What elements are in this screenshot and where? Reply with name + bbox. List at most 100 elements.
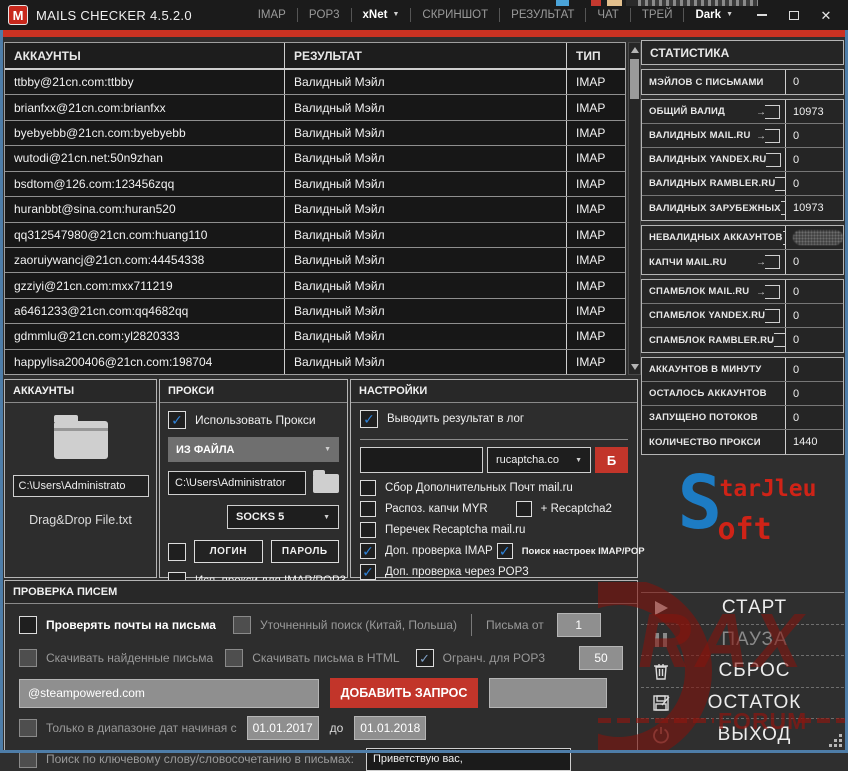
scrollbar-thumb[interactable] — [630, 59, 639, 99]
balance-button[interactable]: Б — [595, 447, 628, 473]
cell-account: happylisa200406@21cn.com:198704 — [5, 350, 285, 374]
exit-button[interactable]: ВЫХОД — [641, 718, 844, 750]
remainder-button[interactable]: ОСТАТОК — [641, 687, 844, 719]
imap-pop-search-checkbox[interactable] — [497, 543, 513, 559]
table-row[interactable]: gdmmlu@21cn.com:yl2820333Валидный МэйлIM… — [5, 324, 625, 349]
date-to-input[interactable]: 01.01.2018 — [354, 716, 426, 740]
export-icon[interactable] — [765, 309, 780, 323]
settings-panel-title: НАСТРОЙКИ — [351, 380, 637, 403]
resize-grip[interactable] — [828, 733, 843, 748]
check-mail-checkbox[interactable] — [19, 616, 37, 634]
menu-imap[interactable]: IMAP — [253, 6, 291, 24]
theme-dropdown[interactable]: Dark▼ — [690, 6, 738, 24]
add-query-button[interactable]: ДОБАВИТЬ ЗАПРОС — [330, 678, 478, 708]
password-button[interactable]: ПАРОЛЬ — [271, 540, 340, 563]
browse-folder-icon[interactable] — [313, 474, 339, 493]
recaptcha2-checkbox[interactable] — [516, 501, 532, 517]
menu-result[interactable]: РЕЗУЛЬТАТ — [506, 6, 579, 24]
proxy-source-select[interactable]: ИЗ ФАЙЛА▼ — [168, 437, 339, 462]
start-button[interactable]: СТАРТ — [641, 592, 844, 624]
imap-check-checkbox[interactable] — [360, 543, 376, 559]
cell-account: zaoruiywancj@21cn.com:44454338 — [5, 248, 285, 272]
reset-button[interactable]: СБРОС — [641, 655, 844, 687]
export-icon[interactable] — [783, 231, 785, 245]
proxy-file-input[interactable]: C:\Users\Administrator — [168, 471, 306, 495]
pause-button[interactable]: ПАУЗА — [641, 624, 844, 656]
menu-xnet-dropdown[interactable]: xNet▼ — [358, 6, 405, 24]
table-row[interactable]: bsdtom@126.com:123456zqqВалидный МэйлIMA… — [5, 172, 625, 197]
cell-result: Валидный Мэйл — [285, 223, 567, 247]
chevron-down-icon: ▼ — [575, 457, 582, 464]
export-icon[interactable] — [765, 105, 780, 119]
export-icon[interactable] — [765, 285, 780, 299]
export-icon[interactable] — [765, 129, 780, 143]
use-proxy-checkbox[interactable] — [168, 411, 186, 429]
export-icon[interactable] — [766, 153, 781, 167]
menu-pop3[interactable]: POP3 — [304, 6, 345, 24]
chevron-down-icon: ▼ — [726, 11, 733, 18]
cell-type: IMAP — [567, 273, 625, 297]
cell-account: qq312547980@21cn.com:huang110 — [5, 223, 285, 247]
table-row[interactable]: brianfxx@21cn.com:brianfxxВалидный МэйлI… — [5, 95, 625, 120]
date-from-input[interactable]: 01.01.2017 — [247, 716, 319, 740]
download-html-checkbox[interactable] — [225, 649, 243, 667]
maximize-button[interactable] — [780, 4, 808, 26]
scroll-down-icon[interactable] — [631, 364, 639, 370]
proxy-auth-checkbox[interactable] — [168, 543, 186, 561]
table-scrollbar[interactable] — [628, 42, 641, 375]
date-range-checkbox[interactable] — [19, 719, 37, 737]
app-logo-icon: M — [8, 5, 28, 25]
minimize-button[interactable] — [748, 4, 776, 26]
stat-row: СПАМБЛОК MAIL.RU0 — [642, 280, 843, 304]
table-row[interactable]: happylisa200406@21cn.com:198704Валидный … — [5, 350, 625, 374]
menu-tray[interactable]: ТРЕЙ — [637, 6, 678, 24]
scroll-up-icon[interactable] — [631, 47, 639, 53]
proxy-type-select[interactable]: SOCKS 5▼ — [227, 505, 339, 529]
pop3-check-checkbox[interactable] — [360, 564, 376, 580]
menu-screenshot[interactable]: СКРИНШОТ — [417, 6, 493, 24]
pop3-limit-input[interactable]: 50 — [579, 646, 623, 670]
app-title: MAILS CHECKER 4.5.2.0 — [36, 8, 192, 23]
login-button[interactable]: ЛОГИН — [194, 540, 263, 563]
table-row[interactable]: huranbbt@sina.com:huran520Валидный МэйлI… — [5, 197, 625, 222]
brand-logo: S tarJleu oft — [641, 438, 844, 588]
column-header-type[interactable]: ТИП — [567, 43, 625, 68]
refined-search-checkbox[interactable] — [233, 616, 251, 634]
recheck-recaptcha-checkbox[interactable] — [360, 522, 376, 538]
stat-row: ВАЛИДНЫХ ЗАРУБЕЖНЫХ10973 — [642, 196, 843, 220]
cell-result: Валидный Мэйл — [285, 172, 567, 196]
stats-group: ОБЩИЙ ВАЛИД10973 ВАЛИДНЫХ MAIL.RU0 ВАЛИД… — [641, 99, 844, 221]
table-row[interactable]: zaoruiywancj@21cn.com:44454338Валидный М… — [5, 248, 625, 273]
export-icon[interactable] — [775, 177, 785, 191]
close-button[interactable]: ✕ — [812, 4, 840, 26]
query-extra-box[interactable] — [489, 678, 607, 708]
cell-account: brianfxx@21cn.com:brianfxx — [5, 95, 285, 119]
table-row[interactable]: byebyebb@21cn.com:byebyebbВалидный МэйлI… — [5, 121, 625, 146]
minimize-icon — [757, 14, 767, 16]
download-found-checkbox[interactable] — [19, 649, 37, 667]
table-row[interactable]: qq312547980@21cn.com:huang110Валидный Мэ… — [5, 223, 625, 248]
captcha-key-input[interactable] — [360, 447, 483, 473]
collect-extra-mail-checkbox[interactable] — [360, 480, 376, 496]
log-output-checkbox[interactable] — [360, 410, 378, 428]
table-row[interactable]: ttbby@21cn.com:ttbbyВалидный МэйлIMAP — [5, 70, 625, 95]
pop3-limit-checkbox[interactable] — [416, 649, 434, 667]
accounts-file-path[interactable]: C:\Users\Administrato — [13, 475, 149, 497]
query-input[interactable]: @steampowered.com — [19, 679, 319, 708]
column-header-result[interactable]: РЕЗУЛЬТАТ — [285, 43, 567, 68]
table-row[interactable]: wutodi@21cn.net:50n9zhanВалидный МэйлIMA… — [5, 146, 625, 171]
export-icon[interactable] — [774, 333, 785, 347]
myr-captcha-checkbox[interactable] — [360, 501, 376, 517]
captcha-service-select[interactable]: rucaptcha.co▼ — [487, 447, 591, 473]
letters-from-input[interactable]: 1 — [557, 613, 601, 637]
mail-check-title: ПРОВЕРКА ПИСЕМ — [5, 581, 637, 604]
recheck-recaptcha-label: Перечек Recaptcha mail.ru — [385, 524, 525, 536]
column-header-accounts[interactable]: АККАУНТЫ — [5, 43, 285, 68]
export-icon[interactable] — [781, 201, 785, 215]
table-row[interactable]: a6461233@21cn.com:qq4682qqВалидный МэйлI… — [5, 299, 625, 324]
table-row[interactable]: gzziyi@21cn.com:mxx711219Валидный МэйлIM… — [5, 273, 625, 298]
folder-icon[interactable] — [54, 421, 108, 459]
menu-chat[interactable]: ЧАТ — [592, 6, 623, 24]
export-icon[interactable] — [765, 255, 780, 269]
pop3-check-label: Доп. проверка через POP3 — [385, 566, 529, 578]
